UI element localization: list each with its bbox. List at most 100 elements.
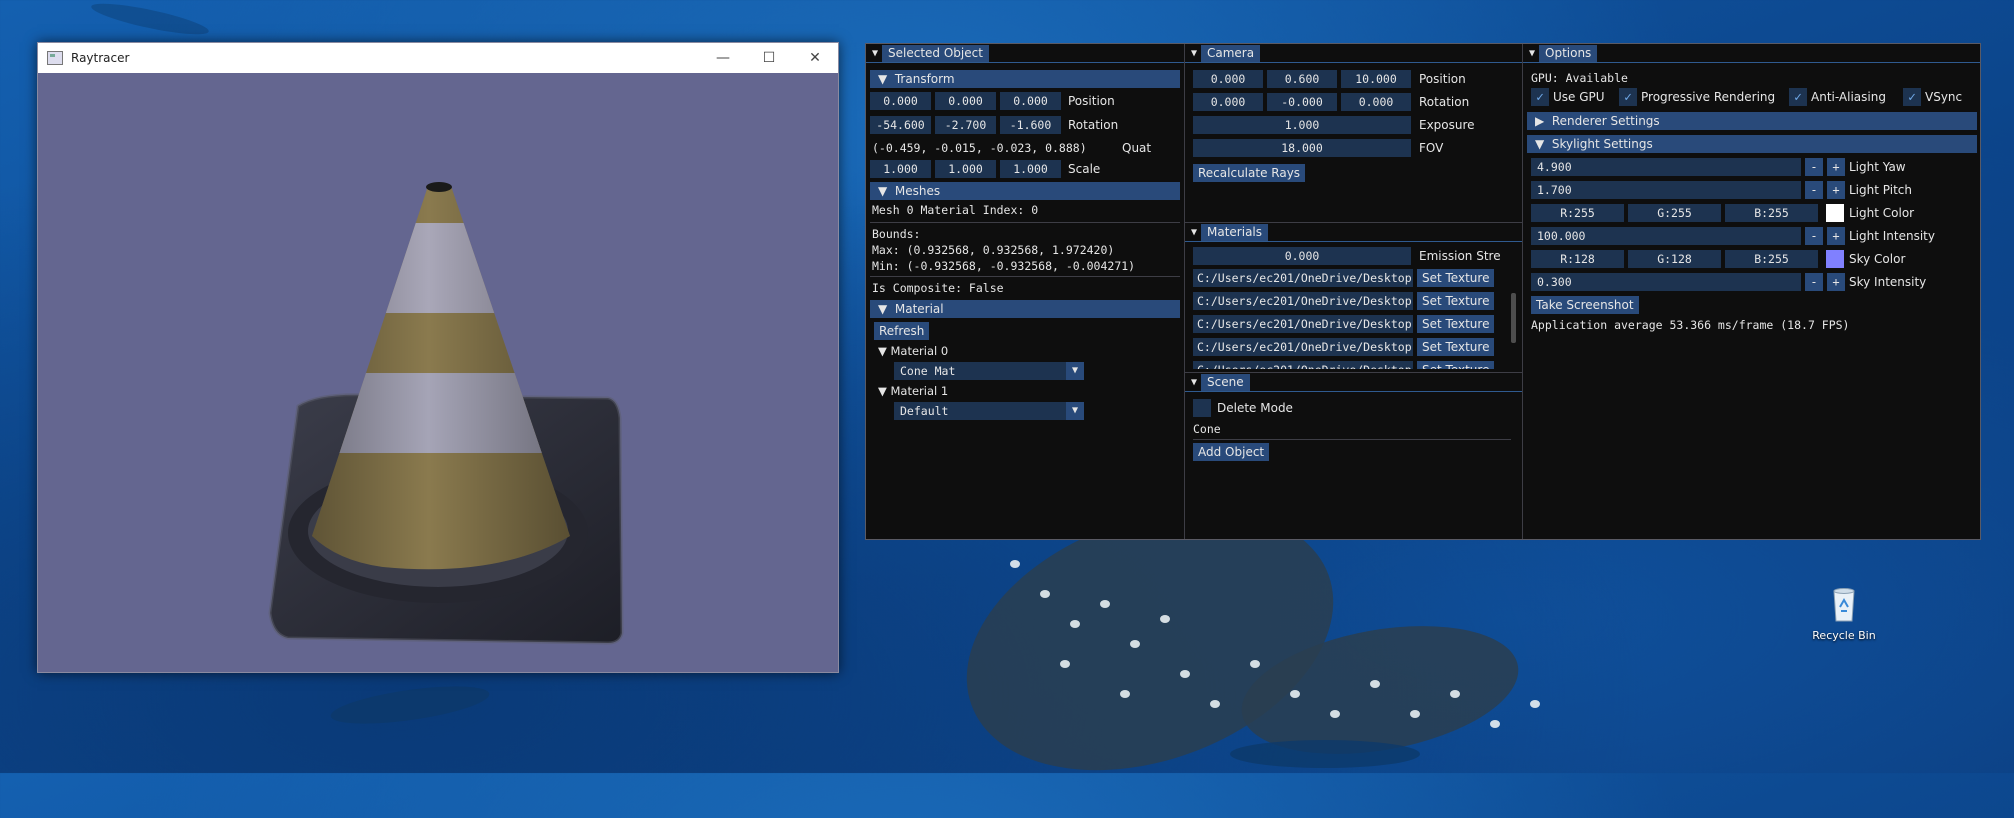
collapse-arrow-icon[interactable]: ▼ [1187, 44, 1201, 62]
collapse-arrow-icon[interactable]: ▼ [1525, 44, 1539, 62]
rotation-x-field[interactable]: -54.600 [870, 116, 931, 134]
close-icon[interactable]: ✕ [792, 43, 838, 73]
add-object-button[interactable]: Add Object [1193, 443, 1270, 461]
bounds-min: Min: (-0.932568, -0.932568, -0.004271) [872, 259, 1136, 273]
transform-header[interactable]: ▼ Transform [870, 70, 1180, 88]
collapse-arrow-icon[interactable]: ▼ [868, 44, 882, 62]
sky-intensity-increment[interactable]: + [1827, 273, 1845, 291]
camera-position-x[interactable]: 0.000 [1193, 70, 1263, 88]
meshes-header[interactable]: ▼ Meshes [870, 182, 1180, 200]
position-z-field[interactable]: 0.000 [1000, 92, 1061, 110]
rotation-y-field[interactable]: -2.700 [935, 116, 996, 134]
camera-rotation-y[interactable]: -0.000 [1267, 93, 1337, 111]
sky-intensity-label: Sky Intensity [1849, 275, 1927, 289]
raytracer-titlebar[interactable]: Raytracer — ☐ ✕ [38, 43, 838, 73]
maximize-icon[interactable]: ☐ [746, 43, 792, 73]
scale-x-field[interactable]: 1.000 [870, 160, 931, 178]
bounds-label: Bounds: [872, 227, 921, 241]
set-texture-button[interactable]: Set Texture [1417, 269, 1495, 287]
sky-color-r[interactable]: R:128 [1531, 250, 1624, 268]
options-panel: ▼ Options GPU: Available ✓ Use GPU ✓ Pro… [1523, 44, 1980, 539]
light-pitch-decrement[interactable]: - [1805, 181, 1823, 199]
camera-rotation-z[interactable]: 0.000 [1341, 93, 1411, 111]
materials-scrollbar[interactable] [1511, 293, 1516, 343]
use-gpu-checkbox[interactable]: ✓ [1531, 88, 1549, 106]
refresh-button[interactable]: Refresh [874, 322, 930, 340]
tab-selected-object[interactable]: Selected Object [882, 45, 989, 62]
tab-options[interactable]: Options [1539, 45, 1598, 62]
sky-color-g[interactable]: G:128 [1628, 250, 1721, 268]
light-color-r[interactable]: R:255 [1531, 204, 1624, 222]
window-controls: — ☐ ✕ [700, 43, 838, 73]
raytracer-window[interactable]: Raytracer — ☐ ✕ [37, 42, 839, 673]
collapse-arrow-icon[interactable]: ▼ [1187, 373, 1201, 391]
material-1-select[interactable]: Default ▼ [894, 402, 1084, 420]
material-0-node[interactable]: ▼ Material 0 [878, 342, 948, 360]
quat-label: Quat [1122, 141, 1152, 155]
anti-aliasing-checkbox[interactable]: ✓ [1789, 88, 1807, 106]
light-pitch-field[interactable]: 1.700 [1531, 181, 1801, 199]
exposure-label: Exposure [1419, 118, 1475, 132]
camera-rotation-x[interactable]: 0.000 [1193, 93, 1263, 111]
sky-intensity-field[interactable]: 0.300 [1531, 273, 1801, 291]
progressive-rendering-checkbox[interactable]: ✓ [1619, 88, 1637, 106]
sky-color-b[interactable]: B:255 [1725, 250, 1818, 268]
exposure-field[interactable]: 1.000 [1193, 116, 1411, 134]
window-title: Raytracer [71, 51, 130, 65]
texture-path-field[interactable]: C:/Users/ec201/OneDrive/Desktop [1193, 269, 1413, 287]
texture-path-field[interactable]: C:/Users/ec201/OneDrive/Desktop [1193, 292, 1413, 310]
sky-color-swatch[interactable] [1826, 250, 1844, 268]
tab-materials[interactable]: Materials [1201, 224, 1269, 241]
recalculate-rays-button[interactable]: Recalculate Rays [1193, 164, 1306, 182]
material-header[interactable]: ▼ Material [870, 300, 1180, 318]
take-screenshot-button[interactable]: Take Screenshot [1531, 296, 1639, 314]
tab-scene[interactable]: Scene [1201, 374, 1250, 391]
light-pitch-increment[interactable]: + [1827, 181, 1845, 199]
collapse-arrow-icon[interactable]: ▼ [1187, 223, 1201, 241]
scene-tabbar: ▼ Scene [1185, 373, 1522, 392]
light-yaw-increment[interactable]: + [1827, 158, 1845, 176]
light-color-b[interactable]: B:255 [1725, 204, 1818, 222]
texture-path-field[interactable]: C:/Users/ec201/OneDrive/Desktop [1193, 315, 1413, 333]
set-texture-button[interactable]: Set Texture [1417, 361, 1495, 369]
position-x-field[interactable]: 0.000 [870, 92, 931, 110]
camera-position-y[interactable]: 0.600 [1267, 70, 1337, 88]
set-texture-button[interactable]: Set Texture [1417, 315, 1495, 333]
emission-strength-field[interactable]: 0.000 [1193, 247, 1411, 265]
light-yaw-decrement[interactable]: - [1805, 158, 1823, 176]
light-intensity-decrement[interactable]: - [1805, 227, 1823, 245]
vsync-checkbox[interactable]: ✓ [1903, 88, 1921, 106]
position-y-field[interactable]: 0.000 [935, 92, 996, 110]
fov-field[interactable]: 18.000 [1193, 139, 1411, 157]
light-color-swatch[interactable] [1826, 204, 1844, 222]
material-0-select[interactable]: Cone Mat ▼ [894, 362, 1084, 380]
scale-y-field[interactable]: 1.000 [935, 160, 996, 178]
light-intensity-increment[interactable]: + [1827, 227, 1845, 245]
set-texture-button[interactable]: Set Texture [1417, 292, 1495, 310]
texture-path-field[interactable]: C:/Users/ec201/OneDrive/Desktop [1193, 361, 1413, 369]
anti-aliasing-label: Anti-Aliasing [1811, 90, 1886, 104]
light-yaw-field[interactable]: 4.900 [1531, 158, 1801, 176]
texture-path-field[interactable]: C:/Users/ec201/OneDrive/Desktop [1193, 338, 1413, 356]
scene-item[interactable]: Cone [1193, 421, 1221, 437]
scale-z-field[interactable]: 1.000 [1000, 160, 1061, 178]
sky-intensity-decrement[interactable]: - [1805, 273, 1823, 291]
material-1-node[interactable]: ▼ Material 1 [878, 382, 948, 400]
skylight-settings-header[interactable]: ▼ Skylight Settings [1527, 135, 1977, 153]
selected-object-tabbar: ▼ Selected Object [866, 44, 1184, 63]
skylight-settings-label: Skylight Settings [1551, 137, 1653, 151]
camera-position-z[interactable]: 10.000 [1341, 70, 1411, 88]
delete-mode-checkbox[interactable] [1193, 399, 1211, 417]
renderer-settings-header[interactable]: ▶ Renderer Settings [1527, 112, 1977, 130]
minimize-icon[interactable]: — [700, 43, 746, 73]
light-intensity-field[interactable]: 100.000 [1531, 227, 1801, 245]
recycle-bin[interactable]: Recycle Bin [1812, 587, 1876, 642]
light-color-g[interactable]: G:255 [1628, 204, 1721, 222]
rotation-z-field[interactable]: -1.600 [1000, 116, 1061, 134]
set-texture-button[interactable]: Set Texture [1417, 338, 1495, 356]
separator [870, 276, 1180, 277]
fps-text: Application average 53.366 ms/frame (18.… [1531, 318, 1850, 332]
tab-camera[interactable]: Camera [1201, 45, 1261, 62]
render-viewport[interactable] [38, 73, 838, 672]
renderer-settings-label: Renderer Settings [1551, 114, 1660, 128]
